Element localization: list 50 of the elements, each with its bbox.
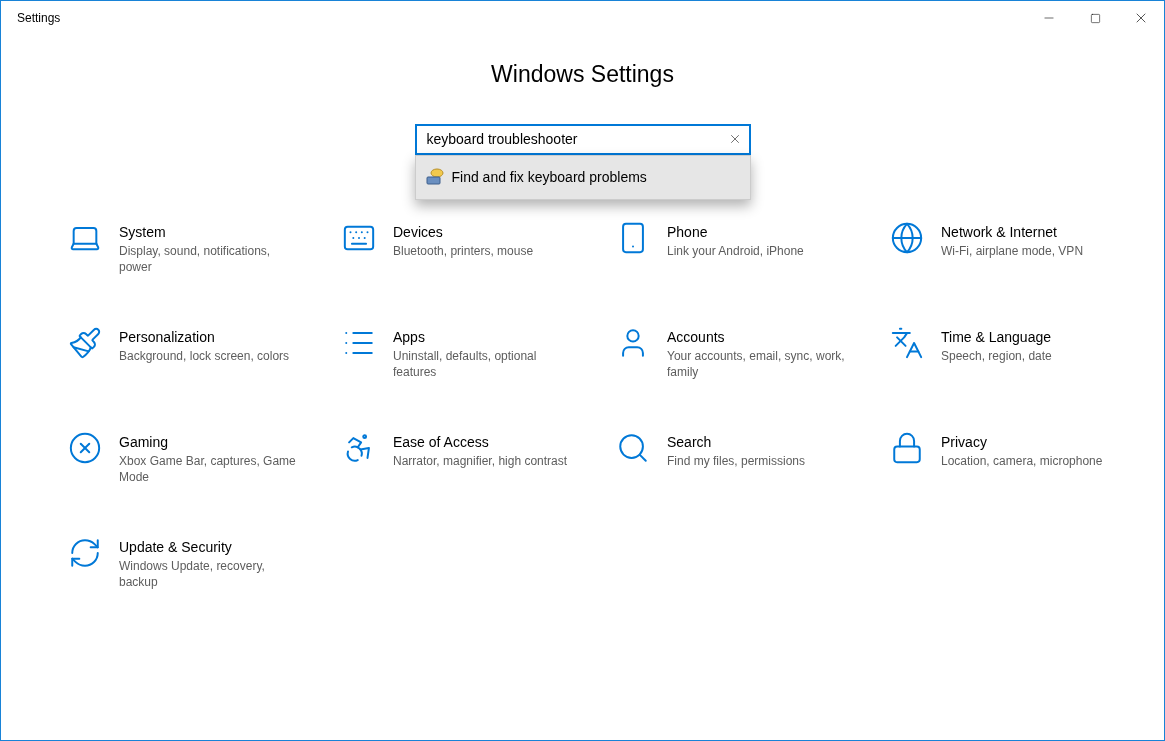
category-description: Find my files, permissions [667, 452, 807, 469]
search-field[interactable]: keyboard troubleshooter [414, 123, 751, 155]
lock-icon [890, 430, 924, 465]
category-title: Apps [393, 327, 426, 346]
settings-category[interactable]: Devices Bluetooth, printers, mouse [342, 220, 612, 293]
settings-category[interactable]: Phone Link your Android, iPhone [616, 220, 886, 293]
settings-category[interactable]: Time & Language Speech, region, date [890, 325, 1160, 398]
language-icon [890, 325, 924, 360]
settings-category[interactable]: Network & Internet Wi-Fi, airplane mode, VPN [890, 220, 1160, 293]
settings-category[interactable]: Ease of Access Narrator, magnifier, high contrast [342, 430, 612, 503]
category-description: Location, camera, microphone [941, 452, 1104, 469]
category-title: Accounts [667, 327, 726, 346]
category-title: Phone [667, 222, 709, 241]
category-description: Wi-Fi, airplane mode, VPN [941, 242, 1085, 259]
category-title: Personalization [119, 327, 216, 346]
category-title: Gaming [119, 432, 170, 451]
category-description: Speech, region, date [941, 347, 1053, 364]
settings-category[interactable]: Update & Security Windows Update, recovery, backup [68, 535, 338, 608]
category-title: System [119, 222, 167, 241]
settings-category[interactable]: Gaming Xbox Game Bar, captures, Game Mode [68, 430, 338, 503]
category-description: Windows Update, recovery, backup [119, 557, 266, 590]
globe-icon [890, 220, 924, 255]
category-description: Display, sound, notifications, power [119, 242, 272, 275]
settings-category[interactable]: Personalization Background, lock screen, colors [68, 325, 338, 398]
circle-x-icon [68, 430, 102, 465]
category-description: Xbox Game Bar, captures, Game Mode [119, 452, 297, 485]
category-title: Devices [393, 222, 444, 241]
paintbrush-icon [68, 325, 102, 360]
settings-category[interactable]: System Display, sound, notifications, power [68, 220, 338, 293]
category-title: Search [667, 432, 713, 451]
category-title: Privacy [941, 432, 988, 451]
category-description: Link your Android, iPhone [667, 242, 805, 259]
maximize-icon [1089, 12, 1101, 24]
settings-category[interactable]: Accounts Your accounts, email, sync, work, family [616, 325, 886, 398]
category-description: Uninstall, defaults, optional features [393, 347, 538, 380]
category-title: Time & Language [941, 327, 1052, 346]
category-description: Bluetooth, printers, mouse [393, 242, 535, 259]
category-title: Network & Internet [941, 222, 1058, 241]
settings-category[interactable]: Search Find my files, permissions [616, 430, 886, 503]
page-heading: Windows Settings [491, 60, 674, 89]
category-title: Update & Security [119, 537, 233, 556]
keyboard-troubleshooter-icon [425, 168, 444, 186]
window-title: Settings [16, 10, 61, 27]
category-description: Narrator, magnifier, high contrast [393, 452, 569, 469]
settings-category[interactable]: Apps Uninstall, defaults, optional features [342, 325, 612, 398]
search-suggestion[interactable]: Find and fix keyboard problems [415, 155, 750, 199]
category-description: Your accounts, email, sync, work, family [667, 347, 846, 380]
category-title: Ease of Access [393, 432, 490, 451]
settings-category[interactable]: Privacy Location, camera, microphone [890, 430, 1160, 503]
category-description: Background, lock screen, colors [119, 347, 291, 364]
